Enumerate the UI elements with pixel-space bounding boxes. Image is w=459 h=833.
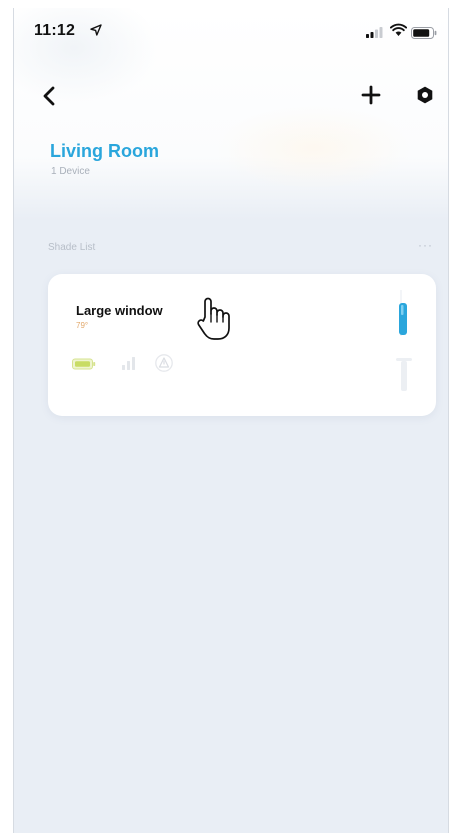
more-options-button[interactable]: ··· — [418, 238, 433, 252]
device-temperature: 79° — [76, 321, 89, 330]
status-time: 11:12 — [34, 22, 76, 39]
device-name: Large window — [76, 303, 163, 318]
wifi-icon — [390, 23, 407, 36]
battery-status-icon — [411, 27, 437, 39]
signal-bars-icon — [122, 357, 135, 370]
shade-position-slider[interactable] — [388, 290, 420, 400]
device-card[interactable]: Large window 79° — [48, 274, 436, 416]
app-screen: 11:12 Living Room 1 Device Shade List ··… — [13, 8, 449, 833]
room-title: Living Room — [50, 141, 159, 161]
section-label: Shade List — [48, 242, 96, 253]
hexagon-settings-icon[interactable] — [414, 84, 436, 106]
warning-triangle-icon — [155, 354, 173, 372]
device-count: 1 Device — [51, 166, 90, 177]
plus-icon[interactable] — [360, 84, 382, 106]
status-bar: 11:12 — [14, 8, 448, 52]
battery-icon — [72, 358, 96, 370]
hand-pointer-icon — [197, 297, 230, 340]
cellular-signal-icon — [366, 27, 383, 38]
location-arrow-icon — [90, 24, 102, 36]
chevron-left-icon[interactable] — [39, 84, 61, 108]
